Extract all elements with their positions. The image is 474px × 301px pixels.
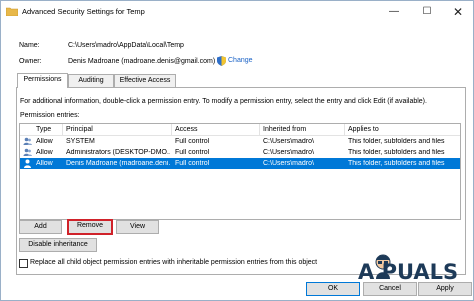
table-row-selected[interactable]: Allow Denis Madroane (madroane.deni... F…	[20, 158, 460, 169]
owner-value: Denis Madroane (madroane.denis@gmail.com…	[68, 58, 216, 65]
cell-inherited-from: C:\Users\madro\	[263, 160, 314, 167]
add-button[interactable]: Add	[19, 220, 62, 234]
view-button[interactable]: View	[116, 220, 159, 234]
cell-type: Allow	[36, 160, 53, 167]
replace-child-permissions-checkbox[interactable]	[19, 259, 28, 268]
cell-applies-to: This folder, subfolders and files	[348, 149, 445, 156]
column-header-access[interactable]: Access	[175, 126, 198, 133]
close-button[interactable]: ✕	[443, 3, 473, 21]
cell-principal: SYSTEM	[66, 138, 95, 145]
watermark-text: A PUALS	[358, 260, 459, 284]
column-header-principal[interactable]: Principal	[66, 126, 93, 133]
ok-button[interactable]: OK	[306, 282, 360, 296]
cell-inherited-from: C:\Users\madro\	[263, 149, 314, 156]
minimize-button[interactable]: —	[379, 3, 409, 21]
instructions-text: For additional information, double-click…	[20, 98, 427, 105]
owner-label: Owner:	[19, 58, 42, 65]
column-header-applies-to[interactable]: Applies to	[348, 126, 379, 133]
cell-type: Allow	[36, 138, 53, 145]
cell-access: Full control	[175, 160, 210, 167]
tab-auditing[interactable]: Auditing	[68, 74, 114, 87]
name-label: Name:	[19, 42, 40, 49]
table-row[interactable]: Allow SYSTEM Full control C:\Users\madro…	[20, 136, 460, 147]
window-title: Advanced Security Settings for Temp	[22, 7, 145, 16]
permission-entries-label: Permission entries:	[20, 112, 80, 119]
cell-principal: Denis Madroane (madroane.deni...	[66, 160, 170, 167]
cell-access: Full control	[175, 149, 210, 156]
folder-icon	[6, 7, 18, 16]
cancel-button[interactable]: Cancel	[363, 282, 417, 296]
replace-child-permissions-label: Replace all child object permission entr…	[30, 259, 318, 266]
maximize-button[interactable]: ☐	[412, 3, 442, 21]
user-icon	[24, 159, 31, 168]
title-bar[interactable]: Advanced Security Settings for Temp — ☐ …	[1, 1, 473, 23]
table-header: Type Principal Access Inherited from App…	[20, 124, 460, 136]
table-row[interactable]: Allow Administrators (DESKTOP-DMO... Ful…	[20, 147, 460, 158]
cell-applies-to: This folder, subfolders and files	[348, 160, 445, 167]
tab-permissions[interactable]: Permissions	[17, 73, 68, 88]
users-icon	[23, 148, 32, 156]
cell-type: Allow	[36, 149, 53, 156]
users-icon	[23, 137, 32, 145]
column-header-type[interactable]: Type	[36, 126, 51, 133]
name-value: C:\Users\madro\AppData\Local\Temp	[68, 42, 184, 49]
cell-principal: Administrators (DESKTOP-DMO...	[66, 149, 170, 156]
remove-button[interactable]: Remove	[67, 219, 113, 235]
disable-inheritance-button[interactable]: Disable inheritance	[19, 238, 97, 252]
tab-effective-access[interactable]: Effective Access	[114, 74, 176, 87]
change-owner-link[interactable]: Change	[228, 57, 253, 64]
cell-applies-to: This folder, subfolders and files	[348, 138, 445, 145]
column-header-inherited-from[interactable]: Inherited from	[263, 126, 306, 133]
shield-icon	[217, 56, 226, 66]
apply-button[interactable]: Apply	[418, 282, 472, 296]
permission-entries-table[interactable]: Type Principal Access Inherited from App…	[19, 123, 461, 220]
cell-inherited-from: C:\Users\madro\	[263, 138, 314, 145]
advanced-security-window: Advanced Security Settings for Temp — ☐ …	[0, 0, 474, 301]
cell-access: Full control	[175, 138, 210, 145]
